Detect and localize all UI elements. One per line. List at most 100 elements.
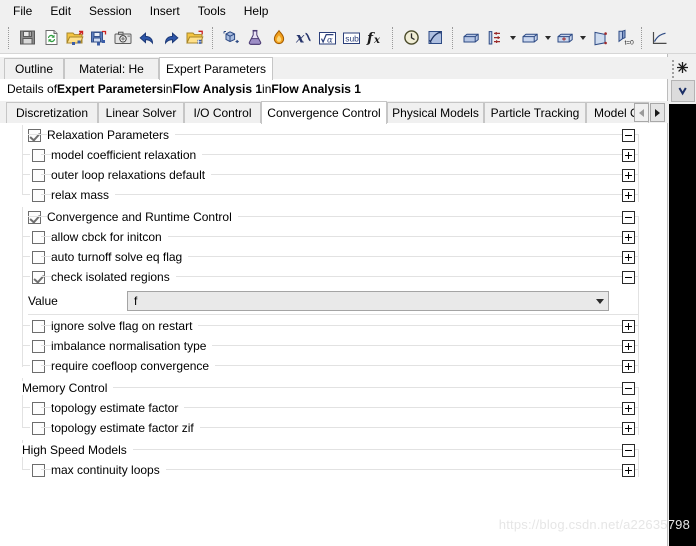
interface-button[interactable] xyxy=(588,26,612,50)
expand-outer-loop-relaxations-default-button[interactable] xyxy=(622,169,635,182)
tab-expert-parameters[interactable]: Expert Parameters xyxy=(159,57,273,80)
screenshot-button[interactable] xyxy=(111,26,135,50)
region-dropdown-arrow[interactable] xyxy=(577,26,588,50)
tree-group-relaxation-parameters[interactable]: Relaxation Parameters xyxy=(0,125,667,145)
timestep-button[interactable] xyxy=(399,26,423,50)
insert-subdomain-button[interactable]: sub xyxy=(339,26,363,50)
solver-box-button[interactable] xyxy=(459,26,483,50)
collapse-relaxation-parameters-button[interactable] xyxy=(622,129,635,142)
details-mid-1: in xyxy=(163,82,173,96)
chevron-down-icon[interactable] xyxy=(591,292,608,310)
tree-item-outer-loop-relaxations-default[interactable]: outer loop relaxations default xyxy=(0,165,667,185)
checkbox-max-continuity-loops[interactable] xyxy=(32,463,45,477)
save-folder-button[interactable] xyxy=(87,26,111,50)
value-dropdown[interactable]: f xyxy=(127,291,609,311)
menu-item-help[interactable]: Help xyxy=(235,1,278,21)
region-button[interactable] xyxy=(553,26,577,50)
toolbar-separator xyxy=(452,26,454,49)
insert-material-button[interactable] xyxy=(243,26,267,50)
checkbox-auto-turnoff-solve-eq-flag[interactable] xyxy=(32,250,45,264)
tree-group-convergence-and-runtime-control[interactable]: Convergence and Runtime Control xyxy=(0,207,667,227)
subtab-io-control[interactable]: I/O Control xyxy=(184,102,261,123)
expand-topology-estimate-factor-button[interactable] xyxy=(622,402,635,415)
undo-button[interactable] xyxy=(135,26,159,50)
tab-outline[interactable]: Outline xyxy=(4,58,64,79)
subtab-convergence-control[interactable]: Convergence Control xyxy=(261,101,387,124)
insert-expression-button[interactable]: α xyxy=(315,26,339,50)
monitor-button[interactable] xyxy=(483,26,507,50)
checkbox-allow-cbck-for-initcon[interactable] xyxy=(32,230,45,244)
refresh-document-button[interactable] xyxy=(39,26,63,50)
tree-item-auto-turnoff-solve-eq-flag[interactable]: auto turnoff solve eq flag xyxy=(0,247,667,267)
expand-allow-cbck-for-initcon-button[interactable] xyxy=(622,231,635,244)
insert-variable-button[interactable]: x xyxy=(291,26,315,50)
tree-item-relax-mass[interactable]: relax mass xyxy=(0,185,667,205)
initialization-button[interactable] xyxy=(423,26,447,50)
menu-item-edit[interactable]: Edit xyxy=(41,1,80,21)
tree-item-imbalance-normalisation-type[interactable]: imbalance normalisation type xyxy=(0,336,667,356)
tree-item-ignore-solve-flag-on-restart[interactable]: ignore solve flag on restart xyxy=(0,316,667,336)
insert-domain-button[interactable] xyxy=(219,26,243,50)
checkbox-convergence-and-runtime-control[interactable] xyxy=(28,210,41,224)
svg-text:α: α xyxy=(327,35,333,45)
checkbox-topology-estimate-factor[interactable] xyxy=(32,401,45,415)
subtab-physical-models[interactable]: Physical Models xyxy=(387,102,484,123)
mesh-button[interactable] xyxy=(518,26,542,50)
export-folder-button[interactable] xyxy=(183,26,207,50)
insert-reaction-button[interactable] xyxy=(267,26,291,50)
tree-label-topology-estimate-factor: topology estimate factor xyxy=(51,401,185,415)
subtab-discretization[interactable]: Discretization xyxy=(6,102,98,123)
monitor-dropdown-arrow[interactable] xyxy=(507,26,518,50)
expand-ignore-solve-flag-on-restart-button[interactable] xyxy=(622,320,635,333)
checkbox-require-coefloop-convergence[interactable] xyxy=(32,359,45,373)
tree-item-model-coefficient-relaxation[interactable]: model coefficient relaxation xyxy=(0,145,667,165)
redo-button[interactable] xyxy=(159,26,183,50)
collapse-check-isolated-regions-button[interactable] xyxy=(622,271,635,284)
open-folder-button[interactable] xyxy=(63,26,87,50)
tree-item-max-continuity-loops[interactable]: max continuity loops xyxy=(0,460,667,480)
subtab-linear-solver[interactable]: Linear Solver xyxy=(98,102,184,123)
expand-relax-mass-button[interactable] xyxy=(622,189,635,202)
expand-auto-turnoff-solve-eq-flag-button[interactable] xyxy=(622,251,635,264)
collapse-memory-control-button[interactable] xyxy=(622,382,635,395)
dock-expand-button[interactable] xyxy=(671,80,695,102)
expand-max-continuity-loops-button[interactable] xyxy=(622,464,635,477)
mesh-dropdown-arrow[interactable] xyxy=(542,26,553,50)
checkbox-relaxation-parameters[interactable] xyxy=(28,128,41,142)
tree-item-topology-estimate-factor[interactable]: topology estimate factor xyxy=(0,398,667,418)
menu-item-insert[interactable]: Insert xyxy=(141,1,189,21)
tree-item-topology-estimate-factor-zif[interactable]: topology estimate factor zif xyxy=(0,418,667,438)
checkbox-check-isolated-regions[interactable] xyxy=(32,270,45,284)
chart-button[interactable] xyxy=(648,26,672,50)
menu-item-tools[interactable]: Tools xyxy=(189,1,235,21)
checkbox-topology-estimate-factor-zif[interactable] xyxy=(32,421,45,435)
initial-time-button[interactable]: t=0 xyxy=(612,26,636,50)
expand-imbalance-normalisation-type-button[interactable] xyxy=(622,340,635,353)
insert-function-button[interactable]: f x xyxy=(363,26,387,50)
collapse-convergence-and-runtime-control-button[interactable] xyxy=(622,211,635,224)
checkbox-ignore-solve-flag-on-restart[interactable] xyxy=(32,319,45,333)
checkbox-outer-loop-relaxations-default[interactable] xyxy=(32,168,45,182)
tree-item-require-coefloop-convergence[interactable]: require coefloop convergence xyxy=(0,356,667,376)
pin-icon[interactable] xyxy=(670,56,695,78)
collapse-high-speed-models-button[interactable] xyxy=(622,444,635,457)
subtab-particle-tracking[interactable]: Particle Tracking xyxy=(484,102,586,123)
tree-label-allow-cbck-for-initcon: allow cbck for initcon xyxy=(51,230,168,244)
expand-topology-estimate-factor-zif-button[interactable] xyxy=(622,422,635,435)
application-window: File Edit Session Insert Tools Help x α … xyxy=(0,0,696,546)
tab-scroll-left-button[interactable] xyxy=(634,103,649,122)
expand-model-coefficient-relaxation-button[interactable] xyxy=(622,149,635,162)
menu-item-session[interactable]: Session xyxy=(80,1,141,21)
save-button[interactable] xyxy=(15,26,39,50)
expand-require-coefloop-convergence-button[interactable] xyxy=(622,360,635,373)
checkbox-imbalance-normalisation-type[interactable] xyxy=(32,339,45,353)
checkbox-relax-mass[interactable] xyxy=(32,188,45,202)
checkbox-model-coefficient-relaxation[interactable] xyxy=(32,148,45,162)
tree-item-allow-cbck-for-initcon[interactable]: allow cbck for initcon xyxy=(0,227,667,247)
tree-group-high-speed-models[interactable]: High Speed Models xyxy=(0,440,667,460)
tab-scroll-right-button[interactable] xyxy=(650,103,665,122)
tree-item-check-isolated-regions[interactable]: check isolated regions xyxy=(0,267,667,287)
tree-group-memory-control[interactable]: Memory Control xyxy=(0,378,667,398)
tab-material-he[interactable]: Material: He xyxy=(64,58,159,79)
menu-item-file[interactable]: File xyxy=(4,1,41,21)
